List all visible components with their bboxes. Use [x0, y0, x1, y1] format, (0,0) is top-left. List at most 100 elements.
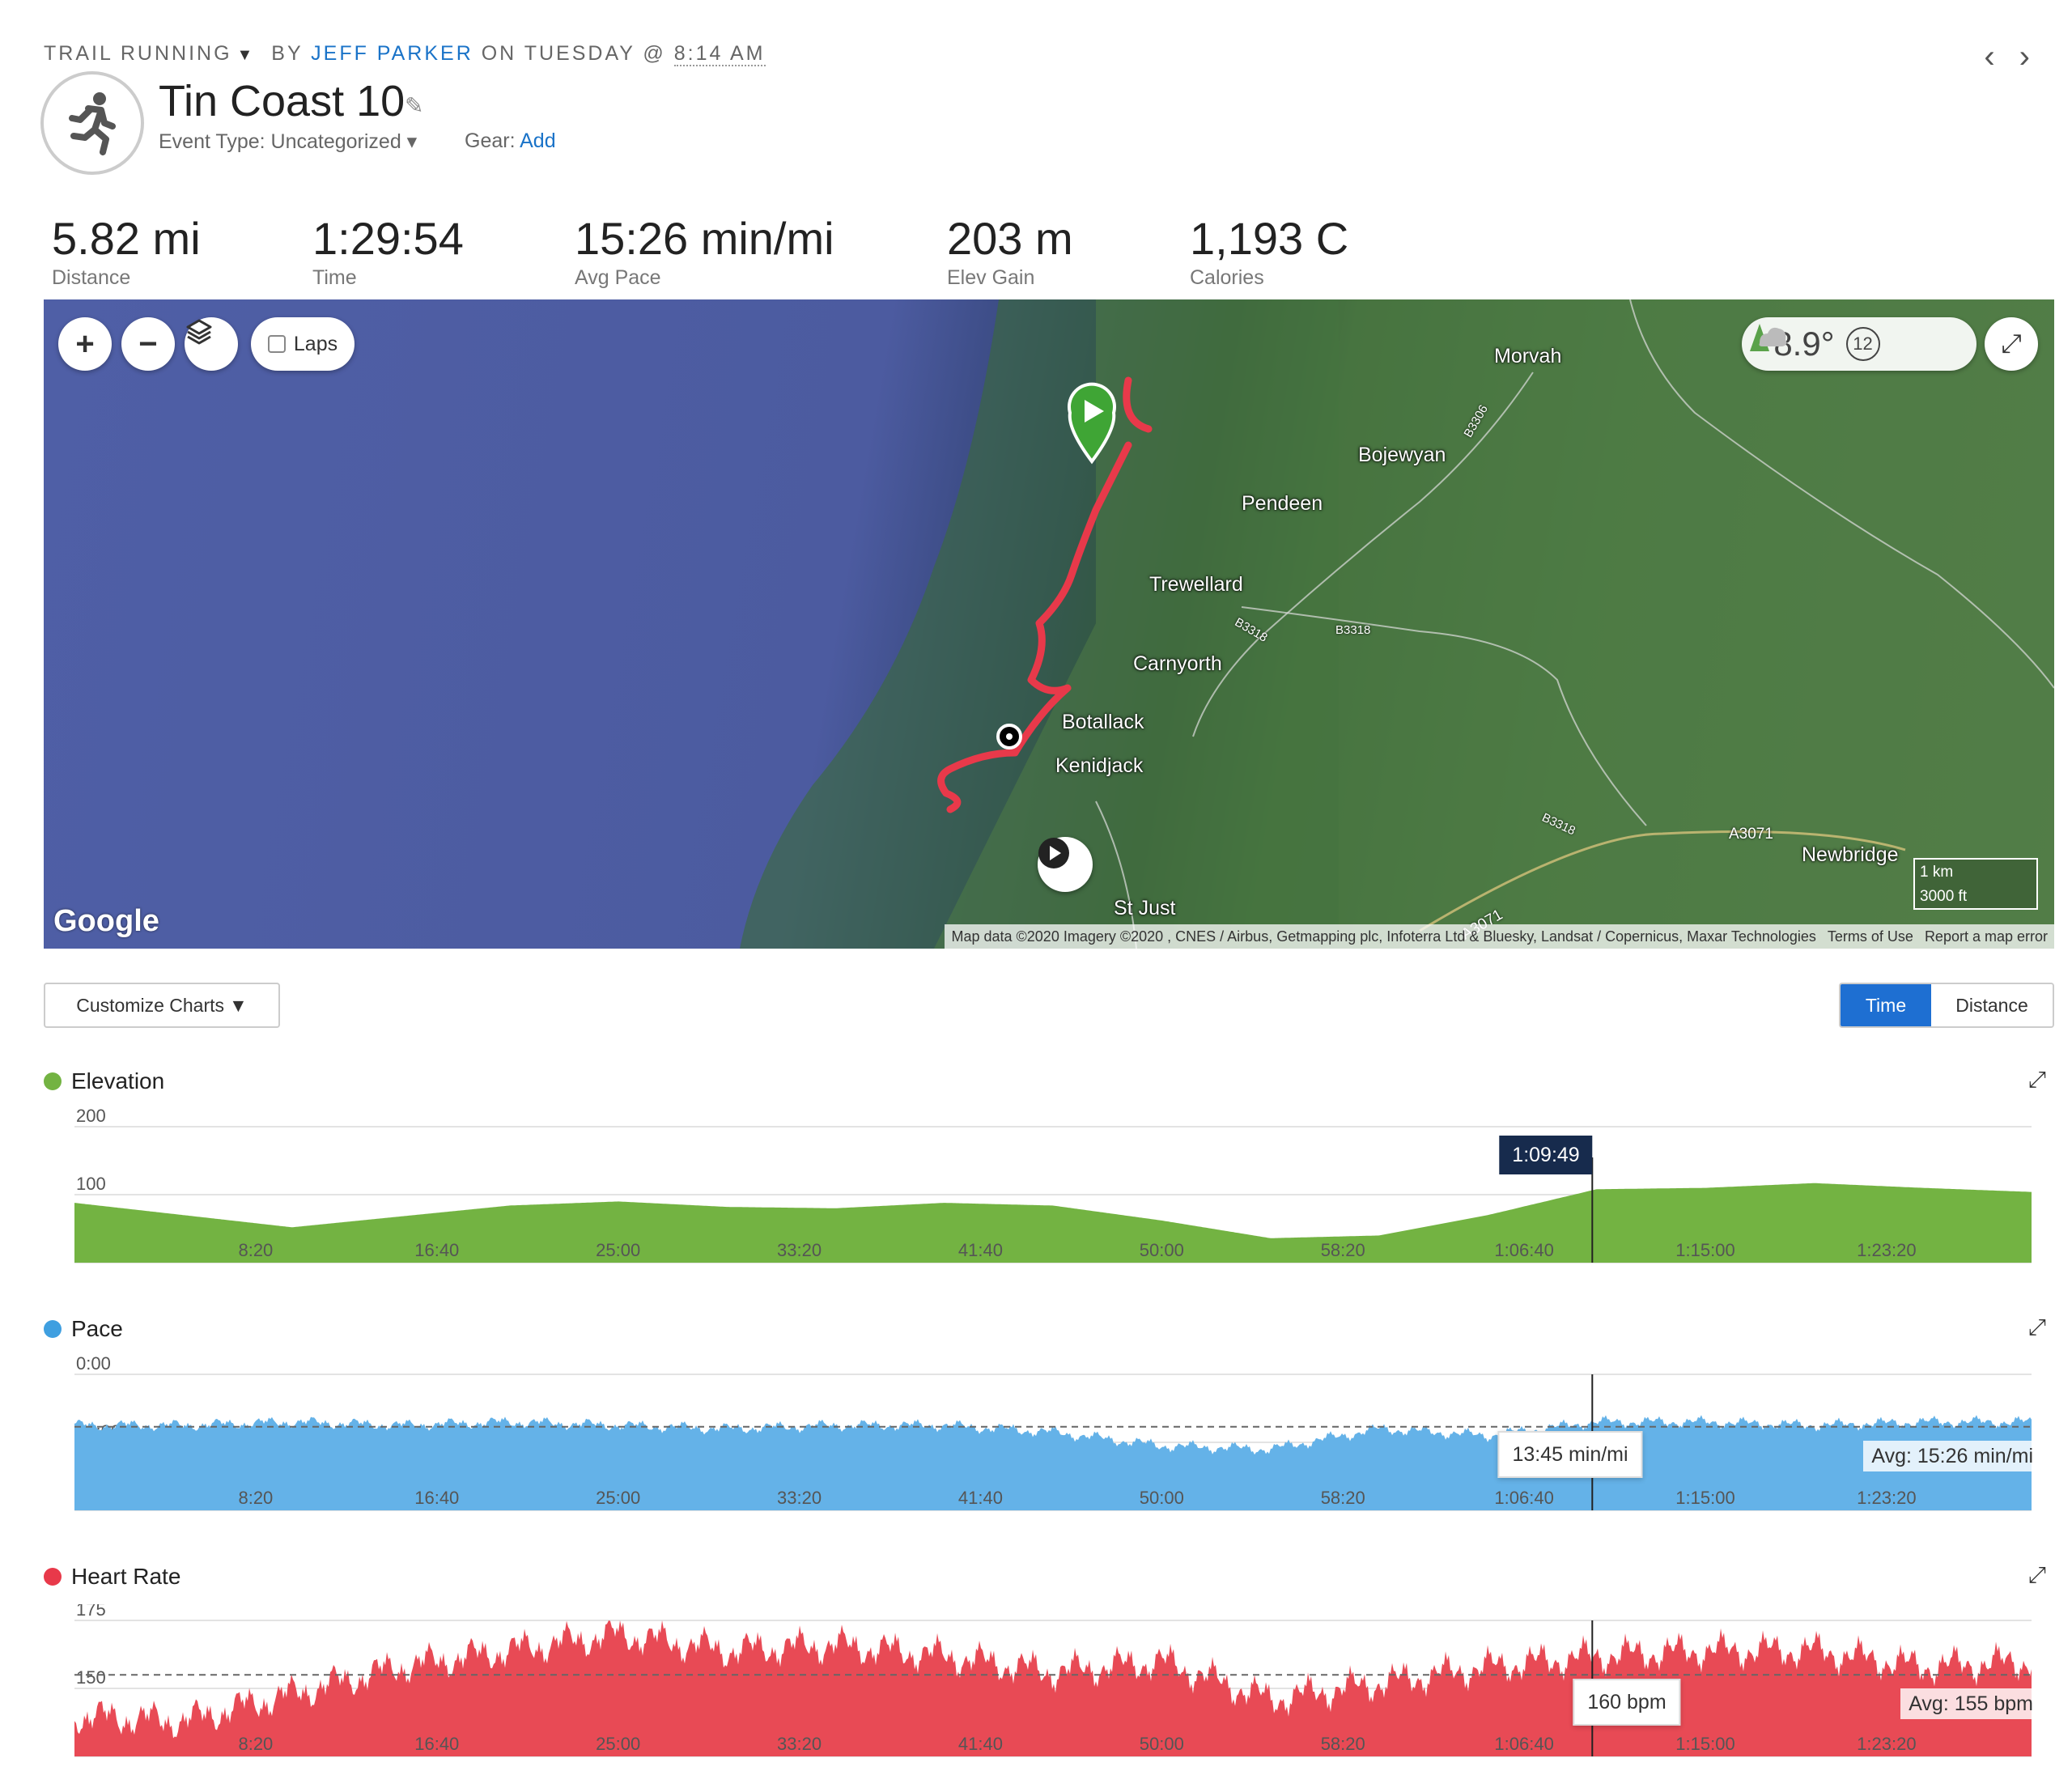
google-logo: Google	[53, 904, 159, 938]
heart-rate-area	[74, 1620, 2032, 1756]
place-label: Botallack	[1062, 711, 1144, 733]
activity-title: Tin Coast 10	[159, 77, 405, 125]
x-tick-label: 58:20	[1321, 1734, 1365, 1754]
x-tick-label: 1:06:40	[1494, 1240, 1553, 1260]
x-tick-label: 50:00	[1140, 1240, 1184, 1260]
x-tick-label: 25:00	[596, 1488, 640, 1508]
elevation-chart[interactable]: 20010008:2016:4025:0033:2041:4050:0058:2…	[0, 1109, 2072, 1279]
elevation-dot	[44, 1072, 62, 1090]
stat-elev-gain: 203 m Elev Gain	[947, 213, 1073, 289]
start-time[interactable]: 8:14 AM	[673, 42, 766, 66]
x-tick-label: 8:20	[238, 1734, 273, 1754]
place-label: Pendeen	[1242, 492, 1323, 515]
toggle-distance[interactable]: Distance	[1931, 984, 2053, 1026]
zoom-in-button[interactable]: +	[58, 317, 112, 371]
edit-pencil-icon[interactable]: ✎	[405, 92, 423, 119]
play-route-button[interactable]	[1038, 837, 1093, 892]
x-tick-label: 58:20	[1321, 1240, 1365, 1260]
pace-area	[74, 1415, 2032, 1510]
x-tick-label: 50:00	[1140, 1734, 1184, 1754]
elevation-chart-title: Elevation	[44, 1068, 164, 1094]
y-tick-label: 200	[76, 1109, 106, 1126]
stat-avg-pace: 15:26 min/mi Avg Pace	[575, 213, 834, 289]
x-tick-label: 41:40	[958, 1488, 1003, 1508]
laps-toggle[interactable]: Laps	[251, 317, 355, 371]
terms-link[interactable]: Terms of Use	[1828, 928, 1913, 945]
layers-icon	[186, 319, 212, 345]
place-label: Bojewyan	[1358, 444, 1446, 466]
y-tick-label: 150	[76, 1667, 106, 1688]
next-activity-icon[interactable]: ›	[2019, 39, 2054, 74]
y-tick-label: 175	[76, 1604, 106, 1620]
pace-chart-title: Pace	[44, 1316, 123, 1342]
pace-chart[interactable]: 0:0020:0040:008:2016:4025:0033:2041:4050…	[0, 1357, 2072, 1527]
pace-avg-label: Avg: 15:26 min/mi	[1863, 1441, 2041, 1471]
place-label: Newbridge	[1802, 843, 1899, 866]
heart-rate-chart-title: Heart Rate	[44, 1564, 180, 1590]
x-tick-label: 1:15:00	[1675, 1734, 1734, 1754]
x-tick-label: 1:06:40	[1494, 1488, 1553, 1508]
place-label: Carnyorth	[1133, 652, 1222, 675]
y-tick-label: 100	[76, 1174, 106, 1194]
x-tick-label: 1:23:20	[1857, 1734, 1916, 1754]
x-tick-label: 50:00	[1140, 1488, 1184, 1508]
y-tick-label: 0:00	[76, 1357, 111, 1374]
weather-widget[interactable]: ‹ 8.9° 12	[1742, 317, 1976, 371]
pace-tooltip: 13:45 min/mi	[1497, 1431, 1643, 1478]
gear-add-link[interactable]: Add	[520, 130, 555, 152]
cursor-time-label: 1:09:49	[1499, 1136, 1593, 1174]
activity-type[interactable]: TRAIL RUNNING	[44, 42, 232, 65]
map-attribution: Map data ©2020 Imagery ©2020 , CNES / Ai…	[945, 924, 2054, 949]
laps-checkbox[interactable]	[267, 335, 286, 353]
stat-calories: 1,193 C Calories	[1190, 213, 1349, 289]
route-map[interactable]: + − Laps ‹ 8.9° 12 ⤢ Morvah Bojewyan Pen…	[44, 299, 2054, 949]
road-label: B3318	[1335, 623, 1371, 637]
heart-rate-tooltip: 160 bpm	[1573, 1679, 1681, 1726]
x-tick-label: 41:40	[958, 1240, 1003, 1260]
x-tick-label: 25:00	[596, 1240, 640, 1260]
x-tick-label: 1:23:20	[1857, 1240, 1916, 1260]
x-tick-label: 33:20	[777, 1734, 822, 1754]
heart-rate-avg-label: Avg: 155 bpm	[1900, 1688, 2041, 1719]
pace-dot	[44, 1320, 62, 1338]
place-label: St Just	[1114, 897, 1176, 919]
fullscreen-icon[interactable]: ⤢	[1985, 317, 2038, 371]
running-activity-icon	[40, 71, 144, 175]
weather-cloud-icon	[1750, 324, 1787, 351]
previous-activity-icon[interactable]: ‹	[1984, 39, 2019, 74]
stat-time: 1:29:54 Time	[312, 213, 464, 289]
wind-speed: 12	[1845, 327, 1880, 361]
day-label: ON TUESDAY @	[481, 42, 666, 65]
layers-button[interactable]	[185, 317, 238, 371]
x-tick-label: 33:20	[777, 1488, 822, 1508]
event-type-dropdown[interactable]: Event Type: Uncategorized ▾	[159, 130, 417, 154]
place-label: Trewellard	[1149, 573, 1243, 596]
gear-field: Gear: Add	[465, 130, 556, 152]
road-label: A3071	[1729, 826, 1773, 843]
expand-elevation-icon[interactable]: ⤢	[2028, 1067, 2046, 1093]
by-label: BY	[271, 42, 304, 65]
caret-down-icon[interactable]: ▼	[237, 46, 256, 64]
x-tick-label: 1:23:20	[1857, 1488, 1916, 1508]
x-tick-label: 25:00	[596, 1734, 640, 1754]
x-tick-label: 1:06:40	[1494, 1734, 1553, 1754]
x-tick-label: 16:40	[414, 1734, 459, 1754]
activity-meta: TRAIL RUNNING ▼ BY JEFF PARKER ON TUESDAY…	[44, 42, 766, 66]
place-label: Kenidjack	[1055, 754, 1144, 777]
x-axis-toggle: Time Distance	[1839, 983, 2054, 1028]
x-tick-label: 33:20	[777, 1240, 822, 1260]
x-tick-label: 58:20	[1321, 1488, 1365, 1508]
author-link[interactable]: JEFF PARKER	[311, 42, 473, 65]
zoom-out-button[interactable]: −	[121, 317, 175, 371]
expand-heart-rate-icon[interactable]: ⤢	[2028, 1562, 2046, 1589]
map-scale: 1 km 3000 ft	[1913, 858, 2038, 910]
expand-pace-icon[interactable]: ⤢	[2028, 1314, 2046, 1341]
report-error-link[interactable]: Report a map error	[1925, 928, 2048, 945]
x-tick-label: 8:20	[238, 1488, 273, 1508]
toggle-time[interactable]: Time	[1841, 984, 1931, 1026]
place-label: Morvah	[1494, 345, 1562, 367]
customize-charts-dropdown[interactable]: Customize Charts ▼	[44, 983, 280, 1028]
x-tick-label: 8:20	[238, 1240, 273, 1260]
heart-rate-chart[interactable]: 1751501258:2016:4025:0033:2041:4050:0058…	[0, 1604, 2072, 1766]
activity-nav: ‹›	[1984, 39, 2054, 75]
